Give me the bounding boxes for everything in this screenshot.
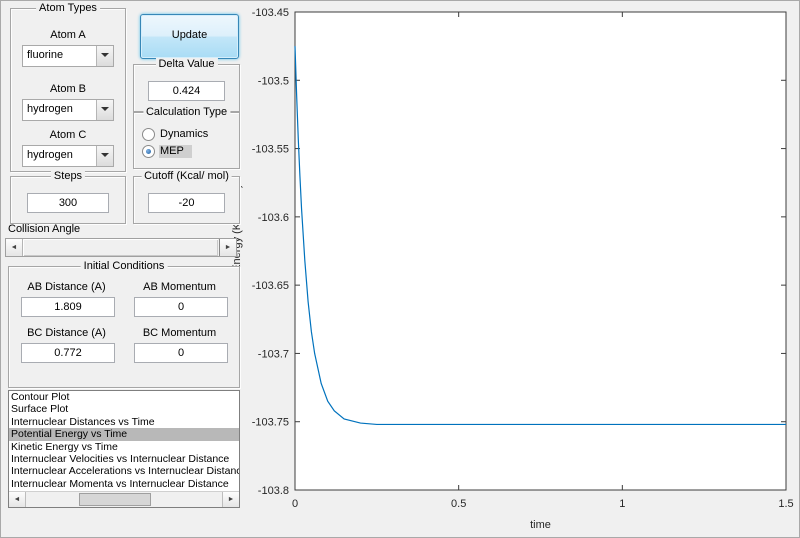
bc-distance-input[interactable]: 0.772 [21,343,115,363]
list-item[interactable]: Potential Energy vs Time [9,428,239,441]
cutoff-panel: Cutoff (Kcal/ mol) -20 [133,170,240,224]
plot-area: 0 0.5 1 1.5 -103.8 -103.75 -103.7 -103.65 -103.6… [230,0,800,538]
atom-a-select[interactable]: fluorine [22,45,114,67]
update-button[interactable]: Update [140,14,239,59]
slider-right-button[interactable]: ► [219,239,236,256]
atom-c-label: Atom C [49,129,87,141]
chevron-down-icon [101,107,109,111]
panel-title: Cutoff (Kcal/ mol) [141,170,232,182]
arrow-left-icon: ◄ [10,244,18,251]
list-item[interactable]: Internuclear Accelerations vs Internucle… [9,465,239,477]
atom-a-label: Atom A [50,29,86,41]
svg-text:-103.7: -103.7 [258,348,289,360]
atom-c-select[interactable]: hydrogen [22,145,114,167]
steps-panel: Steps 300 [10,170,126,224]
delta-value-input[interactable]: 0.424 [148,81,225,101]
atom-b-label: Atom B [49,83,87,95]
listbox-hscrollbar[interactable]: ◄ ► [9,491,239,507]
svg-text:-103.6: -103.6 [258,212,289,224]
atom-c-value: hydrogen [27,149,73,161]
calculation-type-panel: Calculation Type Dynamics MEP [133,106,240,169]
svg-text:0: 0 [292,498,298,510]
scroll-right-button[interactable]: ► [222,492,239,507]
radio-icon [142,127,155,141]
listbox-items: Contour Plot Surface Plot Internuclear Dis… [9,391,239,492]
svg-text:-103.55: -103.55 [252,144,289,156]
panel-title: Calculation Type [142,106,231,118]
svg-text:0.5: 0.5 [451,498,466,510]
atom-b-select[interactable]: hydrogen [22,99,114,121]
atom-a-value: fluorine [27,49,64,61]
radio-dot-icon [146,148,151,154]
panel-title: Initial Conditions [80,260,168,272]
steps-input[interactable]: 300 [27,193,109,213]
combo-button[interactable] [96,100,113,120]
mep-radio[interactable]: MEP [142,144,192,158]
collision-angle-label: Collision Angle [8,223,81,235]
slider-thumb[interactable] [23,239,218,256]
initial-conditions-panel: Initial Conditions AB Distance (A) AB Mo… [8,260,240,388]
bc-momentum-input[interactable]: 0 [134,343,228,363]
chevron-down-icon [101,53,109,57]
atom-types-panel: Atom Types Atom A fluorine Atom B hydrog… [10,2,126,172]
svg-text:1: 1 [619,498,625,510]
svg-text:time: time [530,519,551,531]
delta-value-panel: Delta Value 0.424 [133,58,240,112]
svg-text:-103.45: -103.45 [252,7,289,19]
list-item[interactable]: Kinetic Energy vs Time [9,441,239,453]
svg-text:1.5: 1.5 [778,498,793,510]
combo-button[interactable] [96,146,113,166]
ab-momentum-label: AB Momentum [143,281,216,293]
potential-energy-plot: 0 0.5 1 1.5 -103.8 -103.75 -103.7 -103.65 -103.6… [231,7,794,531]
panel-title: Steps [50,170,86,182]
arrow-left-icon: ◄ [13,496,21,503]
atom-b-value: hydrogen [27,103,73,115]
app-window: 0 0.5 1 1.5 -103.8 -103.75 -103.7 -103.65 -103.6… [0,0,800,538]
dynamics-radio[interactable]: Dynamics [142,127,216,141]
ab-distance-label: AB Distance (A) [27,281,106,293]
ab-distance-input[interactable]: 1.809 [21,297,115,317]
list-item[interactable]: Surface Plot [9,403,239,415]
list-item[interactable]: Contour Plot [9,391,239,403]
chevron-down-icon [101,153,109,157]
arrow-right-icon: ► [227,496,235,503]
cutoff-input[interactable]: -20 [148,193,225,213]
list-item[interactable]: Internuclear Momenta vs Internuclear Dis… [9,478,239,490]
panel-title: Delta Value [155,58,218,70]
ab-momentum-input[interactable]: 0 [134,297,228,317]
collision-angle-slider[interactable]: ◄ ► [5,238,237,257]
bc-distance-label: BC Distance (A) [27,327,106,339]
radio-label: Dynamics [160,127,209,140]
scroll-left-button[interactable]: ◄ [9,492,26,507]
plot-type-listbox[interactable]: Contour Plot Surface Plot Internuclear Dis… [8,390,240,508]
svg-text:-103.5: -103.5 [258,75,289,87]
scroll-thumb[interactable] [79,493,151,506]
slider-left-button[interactable]: ◄ [6,239,23,256]
list-item[interactable]: Internuclear Velocities vs Internuclear … [9,453,239,465]
combo-button[interactable] [96,46,113,66]
arrow-right-icon: ► [224,244,232,251]
radio-icon [142,144,155,158]
list-item[interactable]: Internuclear Distances vs Time [9,416,239,428]
panel-title: Atom Types [36,2,100,14]
svg-text:-103.8: -103.8 [258,485,289,497]
radio-label: MEP [159,144,192,158]
bc-momentum-label: BC Momentum [142,327,217,339]
svg-text:-103.65: -103.65 [252,280,289,292]
svg-text:-103.75: -103.75 [252,417,289,429]
